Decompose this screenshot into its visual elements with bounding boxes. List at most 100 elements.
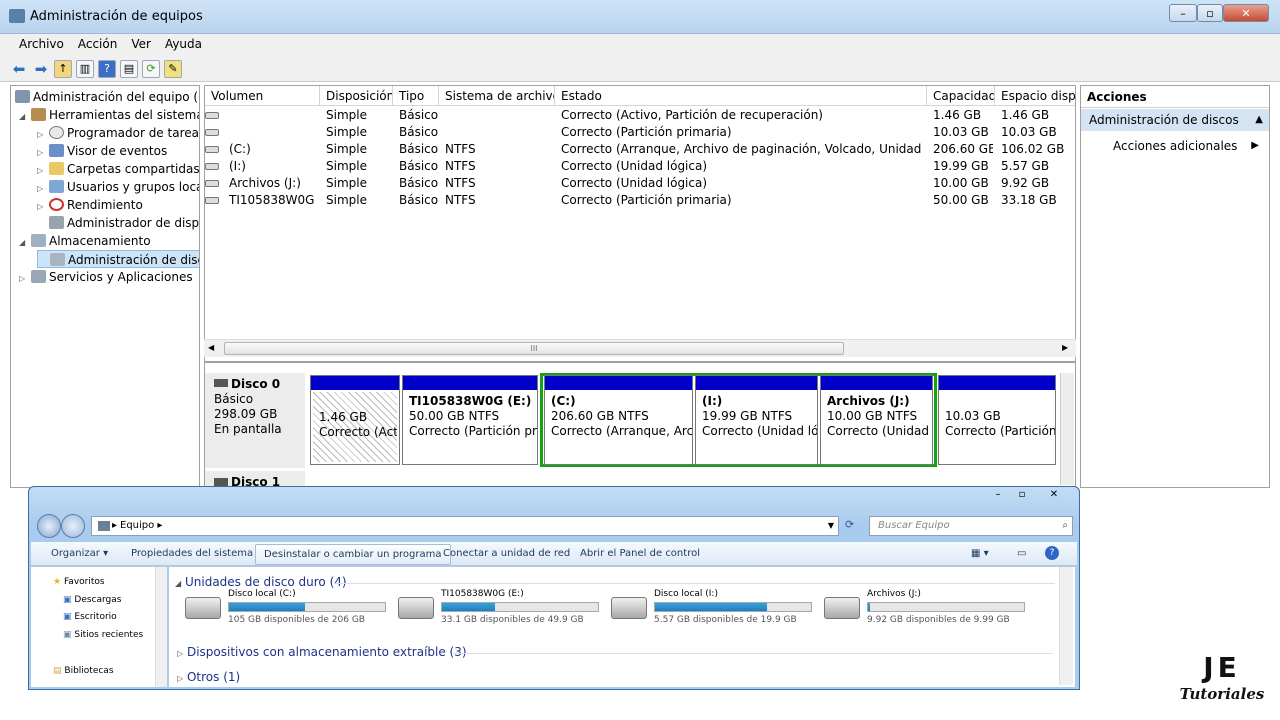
back-button[interactable] bbox=[37, 514, 61, 538]
explorer-maximize-button[interactable]: ▫ bbox=[1011, 489, 1033, 503]
nav-desktop[interactable]: ▣ Escritorio bbox=[63, 612, 117, 622]
volume-list: Volumen Disposición Tipo Sistema de arch… bbox=[204, 85, 1076, 362]
column-header-volumen[interactable]: Volumen bbox=[205, 86, 320, 106]
nav-favorites[interactable]: ★ Favoritos bbox=[53, 577, 105, 587]
collapse-arrow-icon[interactable]: ▲ bbox=[1255, 109, 1263, 131]
search-icon[interactable]: ⌕ bbox=[1062, 517, 1068, 535]
refresh-icon[interactable]: ⟳ bbox=[845, 518, 854, 531]
cell-capacidad: 50.00 GB bbox=[933, 193, 989, 207]
tree-node-services[interactable]: ▷ Servicios y Aplicaciones bbox=[19, 268, 193, 286]
column-header-espacio[interactable]: Espacio dispor bbox=[995, 86, 1075, 106]
users-icon bbox=[49, 180, 64, 193]
back-arrow-icon[interactable]: ⬅ bbox=[10, 60, 28, 78]
table-row[interactable]: Simple Básico Correcto (Partición primaria… bbox=[205, 124, 1075, 141]
tree-node-root[interactable]: Administración del equipo (loc bbox=[15, 88, 199, 106]
actions-section-disk-management[interactable]: Administración de discos ▲ bbox=[1081, 109, 1269, 131]
content-scrollbar[interactable] bbox=[1059, 567, 1073, 685]
tree-node-task-scheduler[interactable]: ▷ Programador de tareas bbox=[37, 124, 199, 142]
open-control-panel-button[interactable]: Abrir el Panel de control bbox=[580, 548, 700, 559]
group-removable[interactable]: ▷ Dispositivos con almacenamiento extraí… bbox=[177, 645, 1053, 659]
nav-downloads[interactable]: ▣ Descargas bbox=[63, 595, 121, 605]
cell-capacidad: 10.03 GB bbox=[933, 125, 989, 139]
horizontal-scrollbar[interactable]: ◀ III ▶ bbox=[204, 339, 1076, 357]
close-button[interactable]: ✕ bbox=[1223, 4, 1269, 22]
nav-libraries[interactable]: ▤ Bibliotecas bbox=[53, 666, 114, 676]
uninstall-program-button[interactable]: Desinstalar o cambiar un programa bbox=[255, 544, 451, 565]
column-header-disposicion[interactable]: Disposición bbox=[320, 86, 393, 106]
drive-item[interactable]: Disco local (C:) 105 GB disponibles de 20… bbox=[185, 589, 395, 629]
drive-item[interactable]: TI105838W0G (E:) 33.1 GB disponibles de 4… bbox=[398, 589, 608, 629]
forward-arrow-icon[interactable]: ➡ bbox=[32, 60, 50, 78]
scroll-thumb[interactable]: III bbox=[224, 342, 844, 355]
clock-icon bbox=[49, 126, 64, 139]
cell-tipo: Básico bbox=[399, 159, 439, 173]
group-other[interactable]: ▷ Otros (1) bbox=[177, 670, 240, 684]
tree-node-local-users[interactable]: ▷ Usuarios y grupos locale bbox=[37, 178, 199, 196]
menu-archivo[interactable]: Archivo bbox=[12, 34, 71, 56]
refresh-icon[interactable]: ⟳ bbox=[142, 59, 160, 78]
table-row[interactable]: Archivos (J:) Simple Básico NTFS Correcto (U… bbox=[205, 175, 1075, 192]
tree-node-disk-management[interactable]: Administración de disco bbox=[37, 250, 199, 268]
drive-item[interactable]: Archivos (J:) 9.92 GB disponibles de 9.99… bbox=[824, 589, 1034, 629]
help-icon[interactable]: ? bbox=[1045, 546, 1059, 560]
system-properties-button[interactable]: Propiedades del sistema bbox=[131, 548, 253, 559]
column-header-capacidad[interactable]: Capacidad bbox=[927, 86, 995, 106]
cell-volumen bbox=[211, 124, 319, 141]
view-options-icon[interactable]: ▦ ▾ bbox=[971, 548, 989, 559]
console-icon[interactable]: ▤ bbox=[120, 59, 138, 78]
tree-node-shared-folders[interactable]: ▷ Carpetas compartidas bbox=[37, 160, 199, 178]
column-header-sistema[interactable]: Sistema de archivos bbox=[439, 86, 555, 106]
group-hard-drives[interactable]: ◢ Unidades de disco duro (4) bbox=[175, 575, 1055, 589]
explorer-close-button[interactable]: ✕ bbox=[1037, 489, 1071, 503]
tree-node-device-manager[interactable]: Administrador de dispo bbox=[37, 214, 199, 232]
disk0-info[interactable]: Disco 0 Básico 298.09 GB En pantalla bbox=[205, 373, 305, 468]
forward-button[interactable] bbox=[61, 514, 85, 538]
disk-view-scrollbar[interactable] bbox=[1060, 373, 1074, 485]
preview-pane-icon[interactable]: ▭ bbox=[1017, 548, 1026, 559]
properties-icon[interactable]: ✎ bbox=[164, 59, 182, 78]
command-bar: Organizar ▾ Propiedades del sistema Desi… bbox=[31, 542, 1077, 566]
address-dropdown-icon[interactable]: ▼ bbox=[828, 517, 834, 535]
partition-recovery[interactable]: 1.46 GB Correcto (Acti bbox=[310, 375, 400, 465]
partition-c[interactable]: (C:) 206.60 GB NTFS Correcto (Arranque, Ar… bbox=[544, 375, 693, 465]
table-row[interactable]: (I:) Simple Básico NTFS Correcto (Unidad lóg… bbox=[205, 158, 1075, 175]
search-input[interactable]: Buscar Equipo ⌕ bbox=[869, 516, 1073, 536]
partition-i[interactable]: (I:) 19.99 GB NTFS Correcto (Unidad lóg bbox=[695, 375, 818, 465]
map-network-drive-button[interactable]: Conectar a unidad de red bbox=[443, 548, 570, 559]
cell-tipo: Básico bbox=[399, 193, 439, 207]
nav-recent-places[interactable]: ▣ Sitios recientes bbox=[63, 630, 143, 640]
column-header-tipo[interactable]: Tipo bbox=[393, 86, 439, 106]
column-header-estado[interactable]: Estado bbox=[555, 86, 927, 106]
tree-node-system-tools[interactable]: ◢ Herramientas del sistema bbox=[19, 106, 199, 124]
cell-tipo: Básico bbox=[399, 142, 439, 156]
nav-scrollbar[interactable] bbox=[155, 567, 167, 687]
partition-primary-10gb[interactable]: 10.03 GB Correcto (Partición bbox=[938, 375, 1056, 465]
tree-node-storage[interactable]: ◢ Almacenamiento bbox=[19, 232, 151, 250]
cell-tipo: Básico bbox=[399, 108, 439, 122]
menu-accion[interactable]: Acción bbox=[71, 34, 124, 56]
minimize-button[interactable]: – bbox=[1169, 4, 1197, 22]
help-icon[interactable]: ? bbox=[98, 59, 116, 78]
scroll-left-arrow[interactable]: ◀ bbox=[208, 343, 214, 352]
organize-button[interactable]: Organizar ▾ bbox=[51, 548, 108, 559]
tree-node-event-viewer[interactable]: ▷ Visor de eventos bbox=[37, 142, 167, 160]
hard-drive-icon bbox=[185, 597, 221, 619]
table-row[interactable]: Simple Básico Correcto (Activo, Partición … bbox=[205, 107, 1075, 124]
table-row[interactable]: (C:) Simple Básico NTFS Correcto (Arranque, … bbox=[205, 141, 1075, 158]
partition-e[interactable]: TI105838W0G (E:) 50.00 GB NTFS Correcto (P… bbox=[402, 375, 538, 465]
scroll-right-arrow[interactable]: ▶ bbox=[1062, 343, 1068, 352]
show-hide-tree-icon[interactable]: ▥ bbox=[76, 59, 94, 78]
tree-node-performance[interactable]: ▷ Rendimiento bbox=[37, 196, 143, 214]
menu-ayuda[interactable]: Ayuda bbox=[158, 34, 209, 56]
maximize-button[interactable]: ▫ bbox=[1197, 4, 1223, 22]
menu-ver[interactable]: Ver bbox=[124, 34, 158, 56]
action-more-actions[interactable]: Acciones adicionales ▶ bbox=[1081, 136, 1269, 156]
drive-usage-fill bbox=[229, 603, 306, 611]
table-row[interactable]: TI105838W0G (E:) Simple Básico NTFS Correcto… bbox=[205, 192, 1075, 209]
partition-j[interactable]: Archivos (J:) 10.00 GB NTFS Correcto (Unid… bbox=[820, 375, 933, 465]
up-folder-icon[interactable]: ↑ bbox=[54, 59, 72, 78]
drive-item[interactable]: Disco local (I:) 5.57 GB disponibles de 1… bbox=[611, 589, 821, 629]
drive-name: Disco local (C:) bbox=[228, 589, 296, 599]
address-bar[interactable]: ▸ Equipo ▸ ▼ bbox=[91, 516, 839, 536]
explorer-minimize-button[interactable]: – bbox=[987, 489, 1009, 503]
